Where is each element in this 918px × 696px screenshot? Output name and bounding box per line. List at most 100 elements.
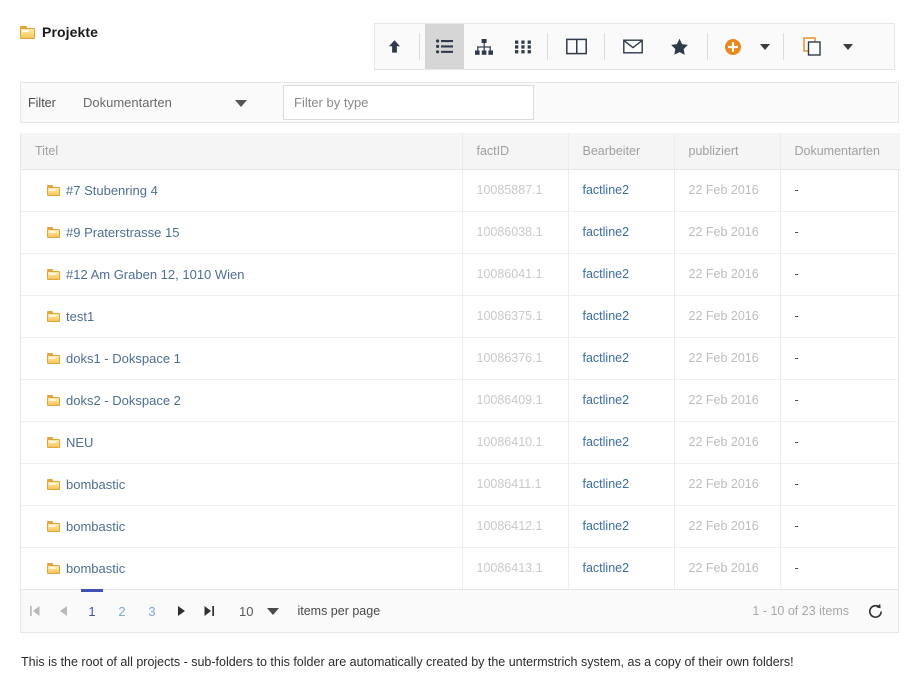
filter-search-input[interactable] bbox=[283, 85, 534, 120]
cell-factid: 10086413.1 bbox=[462, 547, 568, 589]
project-link[interactable]: bombastic bbox=[66, 519, 125, 534]
add-button[interactable] bbox=[713, 24, 752, 69]
mail-button[interactable] bbox=[610, 24, 656, 69]
table-row[interactable]: bombastic10086412.1factline222 Feb 2016- bbox=[21, 505, 900, 547]
arrow-up-icon bbox=[386, 38, 403, 55]
item-range-label: 1 - 10 of 23 items bbox=[752, 604, 849, 618]
list-icon bbox=[436, 39, 453, 54]
cell-factid: 10086375.1 bbox=[462, 295, 568, 337]
refresh-button[interactable] bbox=[867, 603, 884, 620]
filter-bar: Filter Dokumentarten bbox=[20, 82, 899, 123]
cell-dokumentarten: - bbox=[780, 547, 900, 589]
next-page-button[interactable] bbox=[167, 589, 195, 633]
cell-factid: 10086411.1 bbox=[462, 463, 568, 505]
page-button-3[interactable]: 3 bbox=[137, 589, 167, 633]
star-icon bbox=[670, 38, 689, 56]
cell-factid: 10086376.1 bbox=[462, 337, 568, 379]
project-link[interactable]: doks2 - Dokspace 2 bbox=[66, 393, 181, 408]
cell-bearbeiter[interactable]: factline2 bbox=[568, 211, 674, 253]
page-size-select[interactable]: 10 bbox=[239, 604, 279, 619]
cell-dokumentarten: - bbox=[780, 421, 900, 463]
list-view-button[interactable] bbox=[425, 24, 464, 69]
project-link[interactable]: bombastic bbox=[66, 561, 125, 576]
table-body: #7 Stubenring 410085887.1factline222 Feb… bbox=[21, 169, 900, 589]
folder-icon bbox=[47, 395, 60, 406]
copy-menu-caret[interactable] bbox=[835, 24, 861, 69]
toolbar-divider-1 bbox=[419, 33, 420, 60]
folder-icon bbox=[47, 269, 60, 280]
last-page-button[interactable] bbox=[195, 589, 223, 633]
cell-bearbeiter[interactable]: factline2 bbox=[568, 337, 674, 379]
favorite-button[interactable] bbox=[656, 24, 702, 69]
table-row[interactable]: bombastic10086413.1factline222 Feb 2016- bbox=[21, 547, 900, 589]
project-link[interactable]: #12 Am Graben 12, 1010 Wien bbox=[66, 267, 245, 282]
cell-titel: doks2 - Dokspace 2 bbox=[21, 379, 462, 421]
project-link[interactable]: NEU bbox=[66, 435, 93, 450]
add-menu-caret[interactable] bbox=[752, 24, 778, 69]
cell-publiziert: 22 Feb 2016 bbox=[674, 463, 780, 505]
folder-icon bbox=[47, 479, 60, 490]
cell-dokumentarten: - bbox=[780, 337, 900, 379]
cell-bearbeiter[interactable]: factline2 bbox=[568, 547, 674, 589]
cell-titel: test1 bbox=[21, 295, 462, 337]
table-row[interactable]: doks2 - Dokspace 210086409.1factline222 … bbox=[21, 379, 900, 421]
page-button-1[interactable]: 1 bbox=[77, 589, 107, 633]
cell-bearbeiter[interactable]: factline2 bbox=[568, 169, 674, 211]
cell-titel: bombastic bbox=[21, 463, 462, 505]
page-button-2[interactable]: 2 bbox=[107, 589, 137, 633]
plus-circle-icon bbox=[724, 38, 742, 56]
previous-page-button[interactable] bbox=[49, 589, 77, 633]
project-link[interactable]: bombastic bbox=[66, 477, 125, 492]
cell-publiziert: 22 Feb 2016 bbox=[674, 379, 780, 421]
column-header-titel[interactable]: Titel bbox=[21, 133, 462, 169]
chevron-down-icon bbox=[235, 100, 247, 107]
table-row[interactable]: doks1 - Dokspace 110086376.1factline222 … bbox=[21, 337, 900, 379]
project-link[interactable]: #7 Stubenring 4 bbox=[66, 183, 158, 198]
table-row[interactable]: #12 Am Graben 12, 1010 Wien10086041.1fac… bbox=[21, 253, 900, 295]
upload-button[interactable] bbox=[375, 24, 414, 69]
cell-dokumentarten: - bbox=[780, 379, 900, 421]
table-row[interactable]: test110086375.1factline222 Feb 2016- bbox=[21, 295, 900, 337]
folder-icon bbox=[20, 26, 35, 39]
project-link[interactable]: #9 Praterstrasse 15 bbox=[66, 225, 179, 240]
first-page-button[interactable] bbox=[21, 589, 49, 633]
column-header-factid[interactable]: factID bbox=[462, 133, 568, 169]
cell-publiziert: 22 Feb 2016 bbox=[674, 295, 780, 337]
project-link[interactable]: test1 bbox=[66, 309, 94, 324]
view-toolbar bbox=[374, 23, 895, 70]
column-header-dokumentarten[interactable]: Dokumentarten bbox=[780, 133, 900, 169]
next-page-icon bbox=[176, 605, 187, 617]
cell-bearbeiter[interactable]: factline2 bbox=[568, 253, 674, 295]
folder-icon bbox=[47, 521, 60, 532]
cell-bearbeiter[interactable]: factline2 bbox=[568, 421, 674, 463]
table-row[interactable]: #7 Stubenring 410085887.1factline222 Feb… bbox=[21, 169, 900, 211]
tree-view-button[interactable] bbox=[464, 24, 503, 69]
filter-type-select[interactable]: Dokumentarten bbox=[83, 82, 261, 123]
toolbar-divider-4 bbox=[707, 33, 708, 60]
cell-bearbeiter[interactable]: factline2 bbox=[568, 463, 674, 505]
column-header-publiziert[interactable]: publiziert bbox=[674, 133, 780, 169]
filter-label: Filter bbox=[28, 96, 83, 110]
cell-titel: #9 Praterstrasse 15 bbox=[21, 211, 462, 253]
pagination-bar: 1 2 3 10 items per page 1 - 10 of 23 ite… bbox=[20, 589, 899, 633]
table-row[interactable]: NEU10086410.1factline222 Feb 2016- bbox=[21, 421, 900, 463]
chevron-down-icon bbox=[760, 44, 770, 50]
grid-view-button[interactable] bbox=[503, 24, 542, 69]
cell-factid: 10086038.1 bbox=[462, 211, 568, 253]
columns-icon bbox=[566, 38, 587, 55]
items-per-page-label: items per page bbox=[297, 604, 380, 618]
cell-bearbeiter[interactable]: factline2 bbox=[568, 295, 674, 337]
filter-type-value: Dokumentarten bbox=[83, 95, 172, 110]
table-row[interactable]: #9 Praterstrasse 1510086038.1factline222… bbox=[21, 211, 900, 253]
table-header-row: Titel factID Bearbeiter publiziert Dokum… bbox=[21, 133, 900, 169]
column-header-bearbeiter[interactable]: Bearbeiter bbox=[568, 133, 674, 169]
copy-button[interactable] bbox=[789, 24, 835, 69]
folder-icon bbox=[47, 311, 60, 322]
cell-bearbeiter[interactable]: factline2 bbox=[568, 505, 674, 547]
table-row[interactable]: bombastic10086411.1factline222 Feb 2016- bbox=[21, 463, 900, 505]
page-header: Projekte bbox=[0, 0, 918, 71]
project-link[interactable]: doks1 - Dokspace 1 bbox=[66, 351, 181, 366]
split-view-button[interactable] bbox=[553, 24, 599, 69]
last-page-icon bbox=[203, 605, 215, 617]
cell-bearbeiter[interactable]: factline2 bbox=[568, 379, 674, 421]
